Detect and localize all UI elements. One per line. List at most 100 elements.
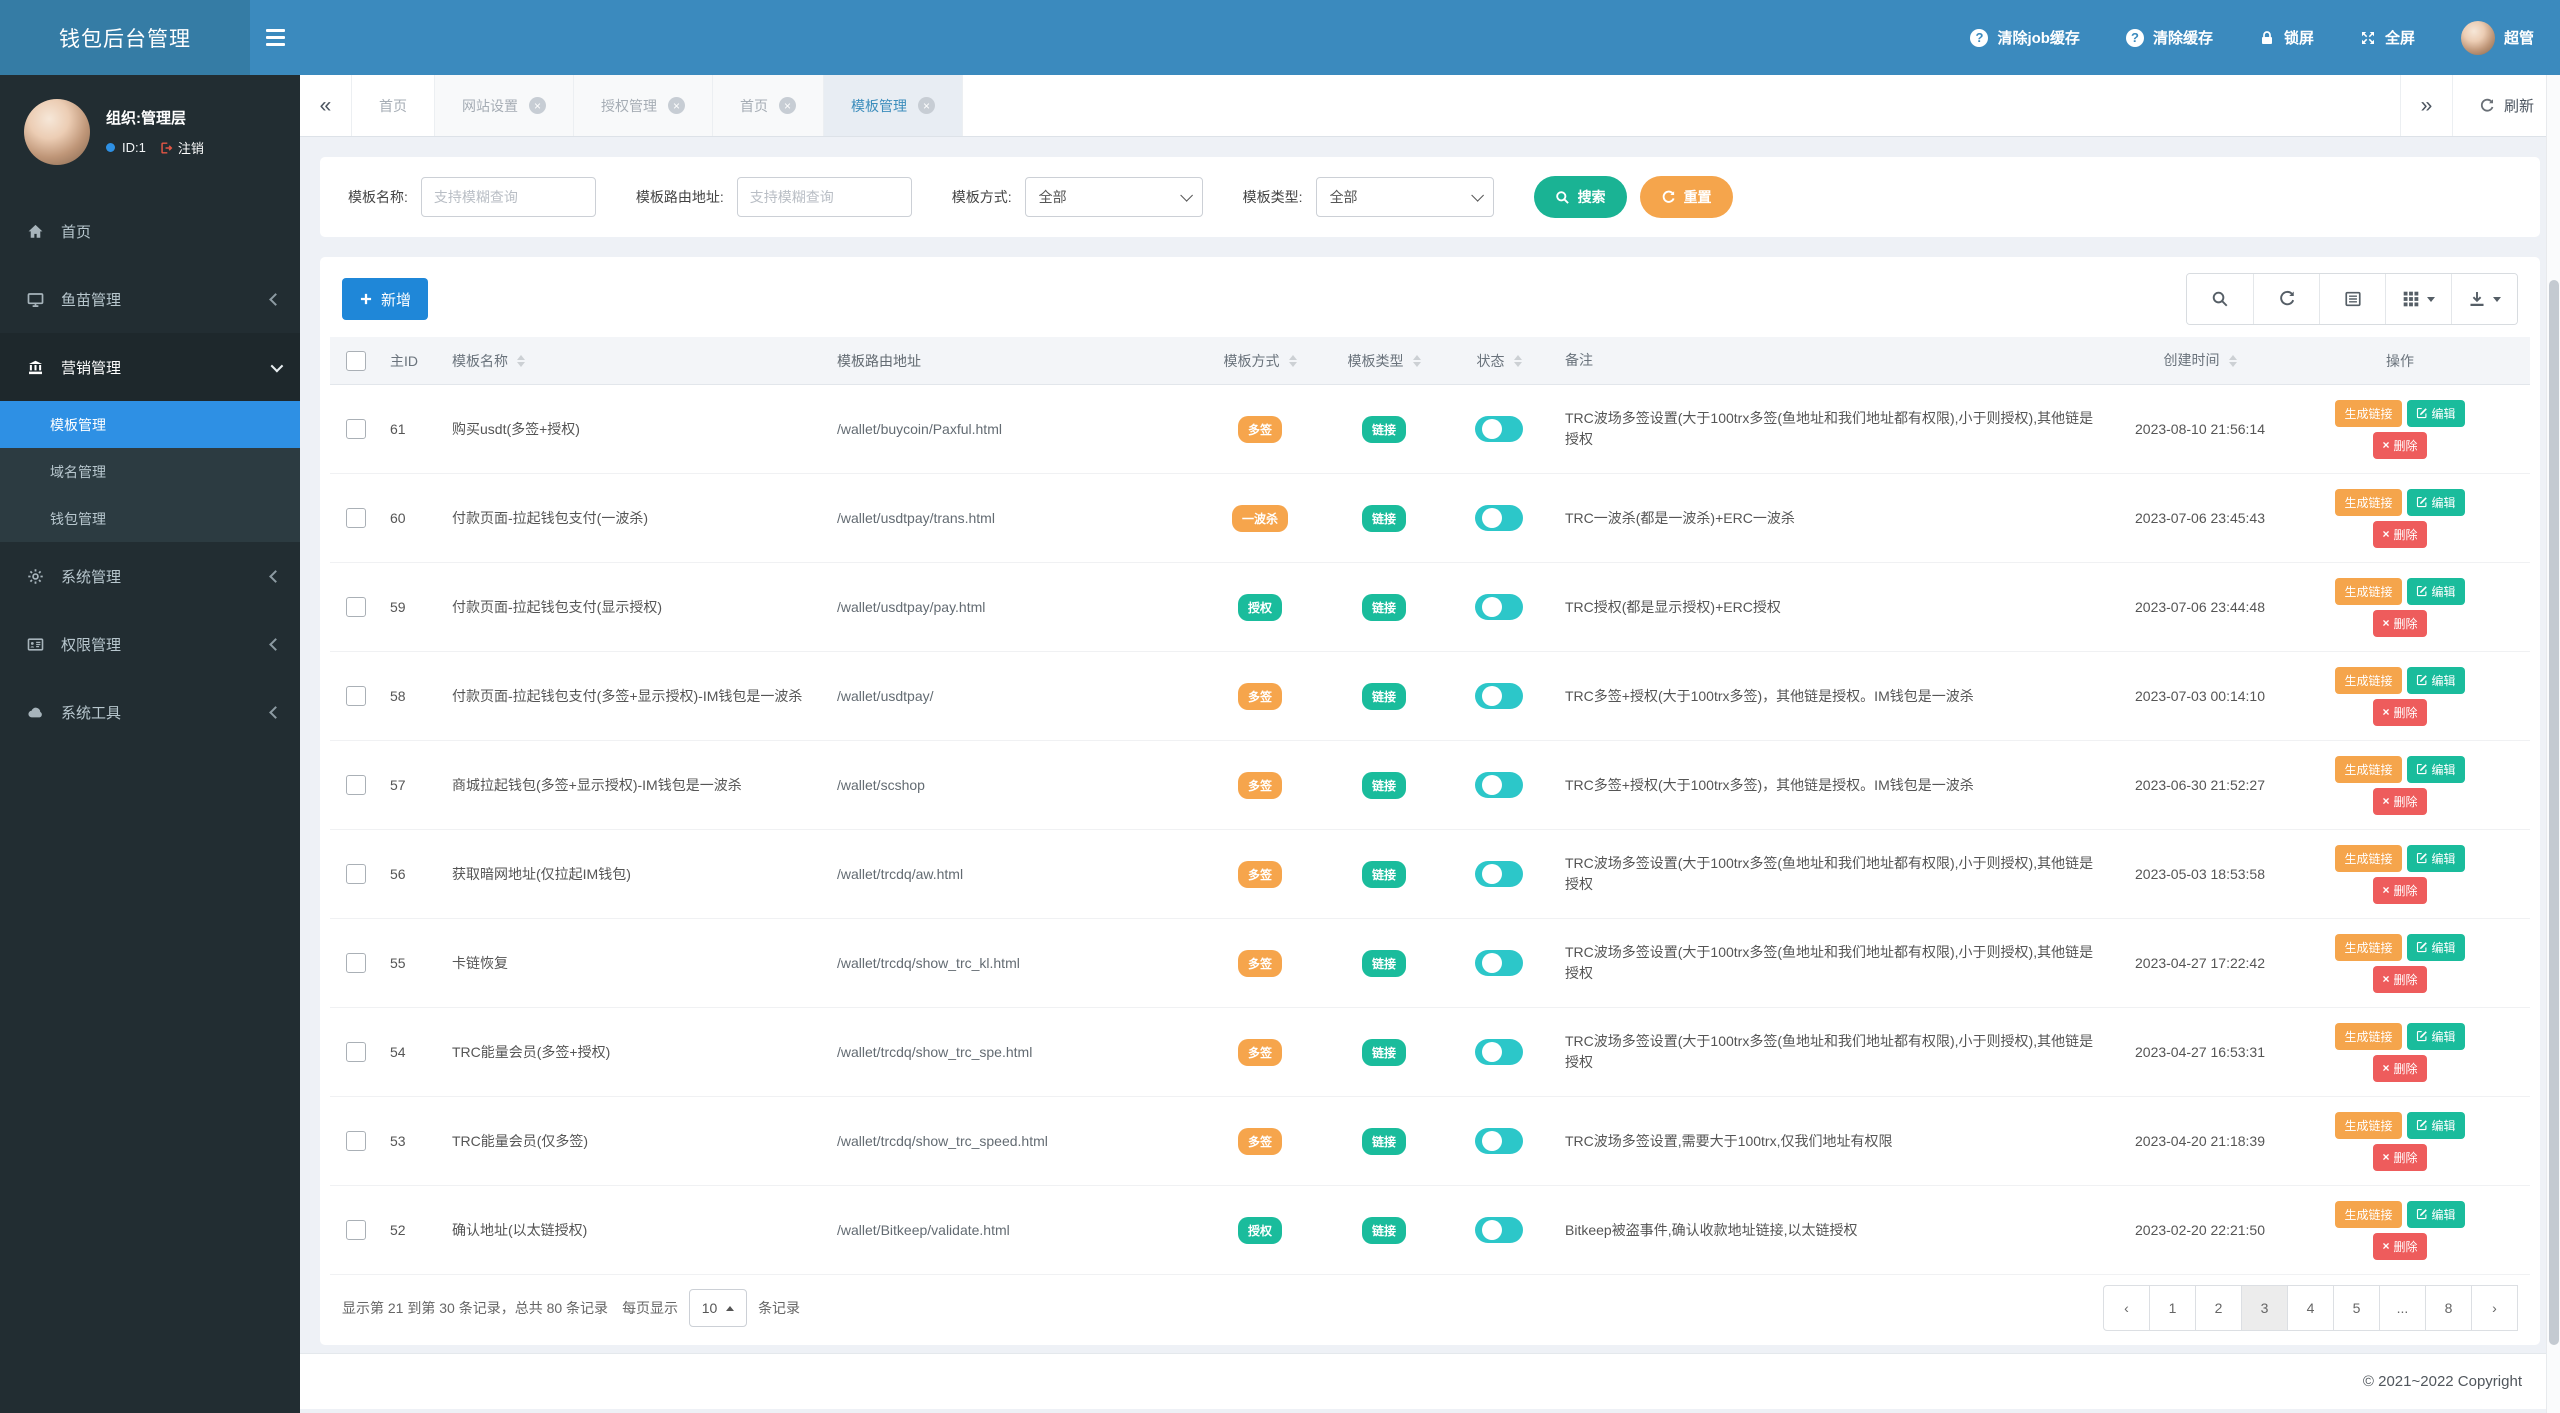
edit-button[interactable]: 编辑 [2406, 933, 2465, 961]
row-checkbox[interactable] [346, 775, 366, 795]
status-toggle[interactable] [1475, 416, 1523, 442]
sidebar-item-template-mgmt[interactable]: 模板管理 [0, 401, 300, 448]
column-header-created[interactable]: 创建时间 [2115, 350, 2285, 371]
logout-link[interactable]: 注销 [159, 138, 204, 157]
edit-button[interactable]: 编辑 [2406, 577, 2465, 605]
table-detail-view-button[interactable] [2319, 274, 2385, 324]
page-button[interactable]: 4 [2287, 1285, 2334, 1331]
tabs-scroll-left-button[interactable]: « [300, 75, 352, 136]
column-header-type[interactable]: 模板类型 [1325, 351, 1443, 371]
sidebar-toggle-button[interactable] [266, 18, 306, 58]
delete-button[interactable]: × 删除 [2373, 431, 2427, 459]
page-size-select[interactable]: 10 [689, 1289, 748, 1327]
scrollbar-thumb[interactable] [2549, 280, 2559, 1345]
sort-icon[interactable] [2228, 354, 2237, 367]
generate-link-button[interactable]: 生成链接 [2335, 755, 2402, 783]
status-toggle[interactable] [1475, 950, 1523, 976]
row-checkbox[interactable] [346, 1042, 366, 1062]
user-menu[interactable]: 超管 [2460, 20, 2534, 55]
edit-button[interactable]: 编辑 [2406, 399, 2465, 427]
sidebar-item-system-mgmt[interactable]: 系统管理 [0, 542, 300, 610]
close-icon[interactable]: × [668, 97, 685, 114]
page-button[interactable]: 8 [2425, 1285, 2472, 1331]
row-checkbox[interactable] [346, 508, 366, 528]
column-header-method[interactable]: 模板方式 [1195, 351, 1325, 371]
generate-link-button[interactable]: 生成链接 [2335, 577, 2402, 605]
table-refresh-button[interactable] [2253, 274, 2319, 324]
generate-link-button[interactable]: 生成链接 [2335, 488, 2402, 516]
sort-icon[interactable] [1513, 354, 1522, 367]
table-columns-button[interactable] [2385, 274, 2451, 324]
delete-button[interactable]: × 删除 [2373, 520, 2427, 548]
sort-icon[interactable] [517, 354, 525, 367]
sidebar-item-domain-mgmt[interactable]: 域名管理 [0, 448, 300, 495]
template-path-input[interactable] [736, 177, 912, 217]
search-button[interactable]: 搜索 [1533, 176, 1627, 218]
tab-home[interactable]: 首页 [352, 75, 435, 136]
page-button[interactable]: 1 [2149, 1285, 2196, 1331]
generate-link-button[interactable]: 生成链接 [2335, 1111, 2402, 1139]
sort-icon[interactable] [1412, 354, 1421, 367]
edit-button[interactable]: 编辑 [2406, 1022, 2465, 1050]
tabs-scroll-right-button[interactable]: » [2399, 75, 2452, 136]
sidebar-item-permission-mgmt[interactable]: 权限管理 [0, 610, 300, 678]
close-icon[interactable]: × [918, 97, 935, 114]
sidebar-item-marketing[interactable]: 营销管理 [0, 333, 300, 401]
status-toggle[interactable] [1475, 772, 1523, 798]
edit-button[interactable]: 编辑 [2406, 666, 2465, 694]
generate-link-button[interactable]: 生成链接 [2335, 399, 2402, 427]
sidebar-item-system-tools[interactable]: 系统工具 [0, 678, 300, 746]
delete-button[interactable]: × 删除 [2373, 965, 2427, 993]
status-toggle[interactable] [1475, 861, 1523, 887]
sidebar-item-wallet-mgmt[interactable]: 钱包管理 [0, 495, 300, 542]
reset-button[interactable]: 重置 [1639, 176, 1733, 218]
edit-button[interactable]: 编辑 [2406, 488, 2465, 516]
generate-link-button[interactable]: 生成链接 [2335, 933, 2402, 961]
close-icon[interactable]: × [779, 97, 796, 114]
edit-button[interactable]: 编辑 [2406, 844, 2465, 872]
row-checkbox[interactable] [346, 953, 366, 973]
select-all-checkbox[interactable] [346, 350, 366, 371]
fullscreen-link[interactable]: 全屏 [2360, 27, 2415, 48]
row-checkbox[interactable] [346, 686, 366, 706]
row-checkbox[interactable] [346, 419, 366, 439]
tab-site-settings[interactable]: 网站设置 × [435, 75, 574, 136]
app-logo[interactable]: 钱包后台管理 [0, 0, 250, 75]
close-icon[interactable]: × [529, 97, 546, 114]
delete-button[interactable]: × 删除 [2373, 787, 2427, 815]
template-method-select[interactable]: 全部 [1024, 177, 1203, 217]
template-name-input[interactable] [420, 177, 596, 217]
edit-button[interactable]: 编辑 [2406, 1200, 2465, 1228]
page-button[interactable]: 5 [2333, 1285, 2380, 1331]
status-toggle[interactable] [1475, 1039, 1523, 1065]
page-button[interactable]: 3 [2241, 1285, 2288, 1331]
lock-screen-link[interactable]: 锁屏 [2259, 27, 2314, 48]
row-checkbox[interactable] [346, 597, 366, 617]
column-header-name[interactable]: 模板名称 [442, 351, 827, 371]
sort-icon[interactable] [1288, 354, 1297, 367]
page-button[interactable]: 2 [2195, 1285, 2242, 1331]
column-header-status[interactable]: 状态 [1443, 351, 1555, 371]
sidebar-item-fish[interactable]: 鱼苗管理 [0, 265, 300, 333]
generate-link-button[interactable]: 生成链接 [2335, 1022, 2402, 1050]
delete-button[interactable]: × 删除 [2373, 1143, 2427, 1171]
clear-job-cache-link[interactable]: ? 清除job缓存 [1970, 27, 2080, 48]
delete-button[interactable]: × 删除 [2373, 876, 2427, 904]
page-button[interactable]: ‹ [2103, 1285, 2150, 1331]
table-search-button[interactable] [2187, 274, 2253, 324]
sidebar-item-home[interactable]: 首页 [0, 197, 300, 265]
page-button[interactable]: ... [2379, 1285, 2426, 1331]
edit-button[interactable]: 编辑 [2406, 755, 2465, 783]
edit-button[interactable]: 编辑 [2406, 1111, 2465, 1139]
clear-cache-link[interactable]: ? 清除缓存 [2125, 27, 2213, 48]
row-checkbox[interactable] [346, 1131, 366, 1151]
generate-link-button[interactable]: 生成链接 [2335, 666, 2402, 694]
status-toggle[interactable] [1475, 1128, 1523, 1154]
delete-button[interactable]: × 删除 [2373, 1232, 2427, 1260]
tab-template-mgmt[interactable]: 模板管理 × [824, 75, 963, 136]
status-toggle[interactable] [1475, 683, 1523, 709]
add-button[interactable]: 新增 [342, 278, 429, 320]
status-toggle[interactable] [1475, 594, 1523, 620]
tab-refresh-button[interactable]: 刷新 [2451, 75, 2560, 136]
template-type-select[interactable]: 全部 [1315, 177, 1494, 217]
